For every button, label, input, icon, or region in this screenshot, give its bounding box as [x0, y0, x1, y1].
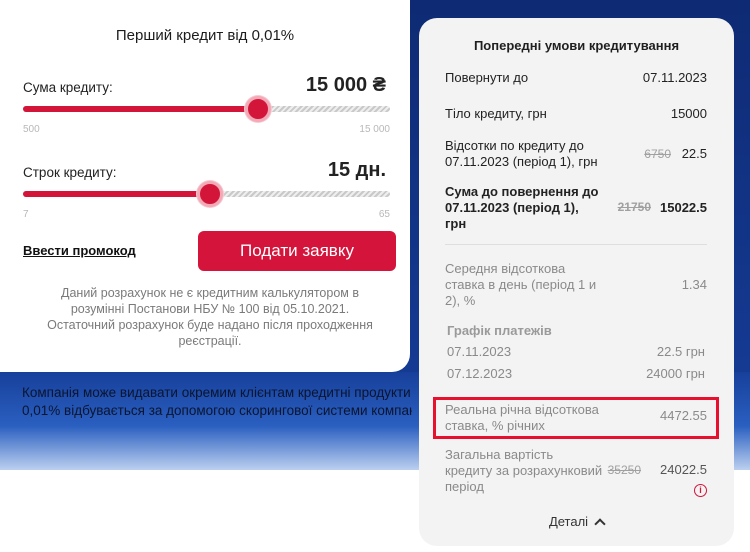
- details-label: Деталі: [548, 514, 589, 529]
- amount-slider-fill: [23, 106, 258, 112]
- interest-row: Відсотки по кредиту до 07.11.2023 (періо…: [445, 138, 707, 172]
- real-rate-value: 4472.55: [660, 408, 707, 423]
- terms-title: Попередні умови кредитування: [473, 38, 680, 53]
- calculator-title: Перший кредит від 0,01%: [115, 27, 295, 44]
- company-info-text: Компанія може видавати окремим клієнтам …: [22, 385, 412, 418]
- total-return-label: Сума до повернення до 07.11.2023 (період…: [445, 184, 599, 231]
- term-label: Строк кредиту:: [23, 165, 117, 180]
- payment-schedule-title: Графік платежів: [447, 323, 552, 338]
- submit-application-button[interactable]: Подати заявку: [198, 231, 396, 271]
- schedule-date: 07.11.2023: [447, 344, 512, 359]
- calculator-disclaimer: Даний розрахунок не є кредитним калькуля…: [47, 286, 373, 348]
- term-value: 15 дн.: [327, 159, 386, 181]
- total-return-row: Сума до повернення до 07.11.2023 (період…: [445, 184, 707, 234]
- schedule-amount: 22.5 грн: [656, 344, 705, 359]
- total-cost-old-value: 35250: [607, 463, 641, 477]
- chevron-up-icon: [594, 518, 606, 530]
- term-max-label: 65: [378, 209, 390, 220]
- real-rate-row: Реальна річна відсоткова ставка, % річни…: [445, 402, 707, 434]
- amount-slider[interactable]: [23, 106, 390, 112]
- avg-rate-label: Середня відсоткова ставка в день (період…: [445, 261, 597, 308]
- principal-value: 15000: [670, 106, 707, 121]
- schedule-date: 07.12.2023: [447, 366, 513, 381]
- loan-calculator-card: Перший кредит від 0,01% Сума кредиту: 15…: [0, 0, 410, 372]
- amount-value: 15 000 ₴: [305, 74, 386, 96]
- avg-rate-value: 1.34: [681, 277, 707, 292]
- credit-terms-panel: Попередні умови кредитування Повернути д…: [419, 18, 734, 546]
- amount-max-label: 15 000: [359, 124, 390, 135]
- total-cost-value: 24022.5: [660, 462, 707, 477]
- total-return-value: 15022.5: [660, 200, 707, 215]
- terms-divider: [445, 244, 707, 245]
- amount-min-label: 500: [23, 124, 40, 135]
- total-cost-label: Загальна вартість кредиту за розрахунков…: [445, 447, 603, 494]
- info-icon[interactable]: i: [694, 484, 707, 497]
- term-slider-fill: [23, 191, 211, 197]
- amount-slider-thumb[interactable]: [244, 96, 271, 122]
- interest-value: 22.5: [681, 146, 707, 161]
- amount-label: Сума кредиту:: [23, 80, 113, 95]
- term-min-label: 7: [23, 209, 29, 220]
- total-return-old-value: 21750: [617, 200, 651, 214]
- return-by-value: 07.11.2023: [642, 70, 707, 85]
- details-toggle[interactable]: Деталі: [419, 514, 734, 530]
- avg-rate-row: Середня відсоткова ставка в день (період…: [445, 261, 707, 311]
- interest-label: Відсотки по кредиту до 07.11.2023 (періо…: [445, 138, 598, 169]
- promo-code-link[interactable]: Ввести промокод: [23, 243, 136, 258]
- term-slider-thumb[interactable]: [197, 181, 224, 207]
- real-rate-label: Реальна річна відсоткова ставка, % річни…: [445, 402, 599, 433]
- return-by-label: Повернути до: [445, 70, 529, 85]
- interest-old-value: 6750: [644, 147, 671, 161]
- schedule-amount: 24000 грн: [646, 366, 705, 381]
- total-cost-row: Загальна вартість кредиту за розрахунков…: [445, 447, 707, 497]
- principal-label: Тіло кредиту, грн: [445, 106, 547, 121]
